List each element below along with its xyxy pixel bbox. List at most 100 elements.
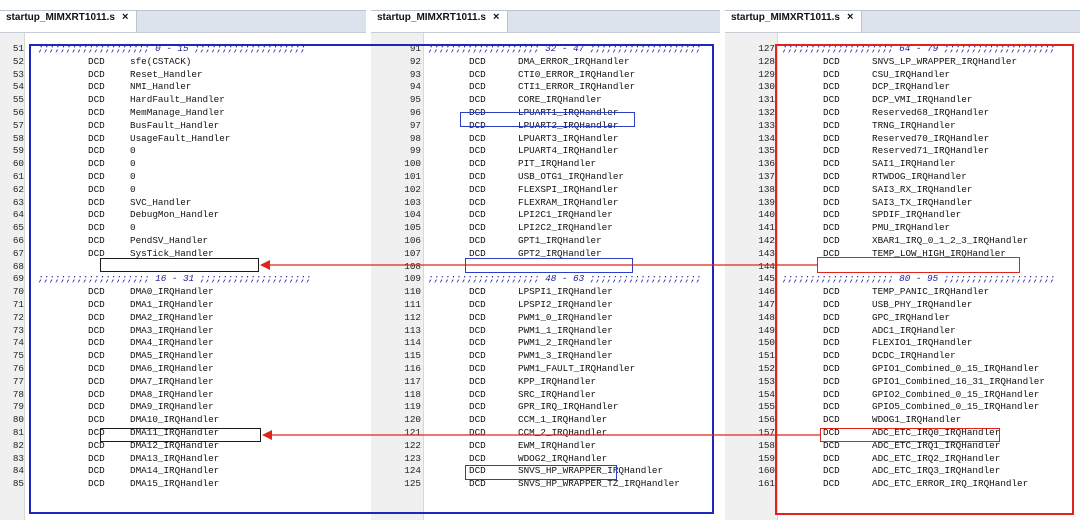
code-editor[interactable]: 91 ;;;;;;;;;;;;;;;;;;;; 32 - 47 ;;;;;;;;;… <box>371 32 720 520</box>
code-line[interactable]: 73 DCD DMA3_IRQHandler <box>0 325 362 338</box>
code-line[interactable]: 69 ;;;;;;;;;;;;;;;;;;;; 16 - 31 ;;;;;;;;;… <box>0 273 362 286</box>
code-line[interactable]: 75 DCD DMA5_IRQHandler <box>0 350 362 363</box>
code-line[interactable]: 137 DCD RTWDOG_IRQHandler <box>725 171 1075 184</box>
code-line[interactable]: 160 DCD ADC_ETC_IRQ3_IRQHandler <box>725 465 1075 478</box>
code-line[interactable]: 131 DCD DCP_VMI_IRQHandler <box>725 94 1075 107</box>
file-tab[interactable]: startup_MIMXRT1011.s × <box>371 11 509 33</box>
code-line[interactable]: 113 DCD PWM1_1_IRQHandler <box>371 325 716 338</box>
code-line[interactable]: 97 DCD LPUART2_IRQHandler <box>371 120 716 133</box>
code-line[interactable]: 146 DCD TEMP_PANIC_IRQHandler <box>725 286 1075 299</box>
code-line[interactable]: 159 DCD ADC_ETC_IRQ2_IRQHandler <box>725 453 1075 466</box>
code-line[interactable]: 58 DCD UsageFault_Handler <box>0 133 362 146</box>
code-line[interactable]: 141 DCD PMU_IRQHandler <box>725 222 1075 235</box>
code-line[interactable]: 55 DCD HardFault_Handler <box>0 94 362 107</box>
code-line[interactable]: 56 DCD MemManage_Handler <box>0 107 362 120</box>
code-line[interactable]: 77 DCD DMA7_IRQHandler <box>0 376 362 389</box>
code-line[interactable]: 57 DCD BusFault_Handler <box>0 120 362 133</box>
code-line[interactable]: 59 DCD 0 <box>0 145 362 158</box>
code-line[interactable]: 96 DCD LPUART1_IRQHandler <box>371 107 716 120</box>
code-line[interactable]: 122 DCD EWM_IRQHandler <box>371 440 716 453</box>
code-line[interactable]: 136 DCD SAI1_IRQHandler <box>725 158 1075 171</box>
code-line[interactable]: 140 DCD SPDIF_IRQHandler <box>725 209 1075 222</box>
close-icon[interactable]: × <box>122 11 128 23</box>
code-line[interactable]: 127 ;;;;;;;;;;;;;;;;;;;; 64 - 79 ;;;;;;;;… <box>725 43 1075 56</box>
code-line[interactable]: 152 DCD GPIO1_Combined_0_15_IRQHandler <box>725 363 1075 376</box>
code-line[interactable]: 91 ;;;;;;;;;;;;;;;;;;;; 32 - 47 ;;;;;;;;;… <box>371 43 716 56</box>
code-editor[interactable]: 127 ;;;;;;;;;;;;;;;;;;;; 64 - 79 ;;;;;;;;… <box>725 32 1080 520</box>
code-line[interactable]: 72 DCD DMA2_IRQHandler <box>0 312 362 325</box>
code-line[interactable]: 84 DCD DMA14_IRQHandler <box>0 465 362 478</box>
code-line[interactable]: 143 DCD TEMP_LOW_HIGH_IRQHandler <box>725 248 1075 261</box>
code-line[interactable]: 134 DCD Reserved70_IRQHandler <box>725 133 1075 146</box>
code-line[interactable]: 133 DCD TRNG_IRQHandler <box>725 120 1075 133</box>
code-line[interactable]: 105 DCD LPI2C2_IRQHandler <box>371 222 716 235</box>
code-line[interactable]: 99 DCD LPUART4_IRQHandler <box>371 145 716 158</box>
code-line[interactable]: 60 DCD 0 <box>0 158 362 171</box>
code-line[interactable]: 129 DCD CSU_IRQHandler <box>725 69 1075 82</box>
code-line[interactable]: 153 DCD GPIO1_Combined_16_31_IRQHandler <box>725 376 1075 389</box>
code-line[interactable]: 154 DCD GPIO2_Combined_0_15_IRQHandler <box>725 389 1075 402</box>
code-line[interactable]: 102 DCD FLEXSPI_IRQHandler <box>371 184 716 197</box>
code-line[interactable]: 106 DCD GPT1_IRQHandler <box>371 235 716 248</box>
code-line[interactable]: 142 DCD XBAR1_IRQ_0_1_2_3_IRQHandler <box>725 235 1075 248</box>
close-icon[interactable]: × <box>847 11 853 23</box>
code-line[interactable]: 78 DCD DMA8_IRQHandler <box>0 389 362 402</box>
code-line[interactable]: 139 DCD SAI3_TX_IRQHandler <box>725 197 1075 210</box>
code-line[interactable]: 161 DCD ADC_ETC_ERROR_IRQ_IRQHandler <box>725 478 1075 491</box>
code-line[interactable]: 109 ;;;;;;;;;;;;;;;;;;;; 48 - 63 ;;;;;;;;… <box>371 273 716 286</box>
code-line[interactable]: 151 DCD DCDC_IRQHandler <box>725 350 1075 363</box>
code-line[interactable]: 111 DCD LPSPI2_IRQHandler <box>371 299 716 312</box>
code-line[interactable]: 156 DCD WDOG1_IRQHandler <box>725 414 1075 427</box>
code-line[interactable]: 63 DCD SVC_Handler <box>0 197 362 210</box>
code-line[interactable]: 104 DCD LPI2C1_IRQHandler <box>371 209 716 222</box>
code-line[interactable]: 95 DCD CORE_IRQHandler <box>371 94 716 107</box>
code-line[interactable]: 53 DCD Reset_Handler <box>0 69 362 82</box>
code-line[interactable]: 81 DCD DMA11_IRQHandler <box>0 427 362 440</box>
close-icon[interactable]: × <box>493 11 499 23</box>
code-line[interactable]: 125 DCD SNVS_HP_WRAPPER_TZ_IRQHandler <box>371 478 716 491</box>
code-line[interactable]: 116 DCD PWM1_FAULT_IRQHandler <box>371 363 716 376</box>
code-line[interactable]: 100 DCD PIT_IRQHandler <box>371 158 716 171</box>
code-line[interactable]: 82 DCD DMA12_IRQHandler <box>0 440 362 453</box>
code-line[interactable]: 119 DCD GPR_IRQ_IRQHandler <box>371 401 716 414</box>
code-line[interactable]: 107 DCD GPT2_IRQHandler <box>371 248 716 261</box>
code-line[interactable]: 121 DCD CCM_2_IRQHandler <box>371 427 716 440</box>
code-line[interactable]: 158 DCD ADC_ETC_IRQ1_IRQHandler <box>725 440 1075 453</box>
code-line[interactable]: 124 DCD SNVS_HP_WRAPPER_IRQHandler <box>371 465 716 478</box>
code-line[interactable]: 62 DCD 0 <box>0 184 362 197</box>
code-line[interactable]: 112 DCD PWM1_0_IRQHandler <box>371 312 716 325</box>
code-line[interactable]: 110 DCD LPSPI1_IRQHandler <box>371 286 716 299</box>
code-line[interactable]: 115 DCD PWM1_3_IRQHandler <box>371 350 716 363</box>
code-line[interactable]: 101 DCD USB_OTG1_IRQHandler <box>371 171 716 184</box>
code-line[interactable]: 150 DCD FLEXIO1_IRQHandler <box>725 337 1075 350</box>
code-line[interactable]: 114 DCD PWM1_2_IRQHandler <box>371 337 716 350</box>
code-line[interactable]: 64 DCD DebugMon_Handler <box>0 209 362 222</box>
code-line[interactable]: 118 DCD SRC_IRQHandler <box>371 389 716 402</box>
file-tab[interactable]: startup_MIMXRT1011.s × <box>0 11 138 33</box>
code-line[interactable]: 108 <box>371 261 716 274</box>
code-line[interactable]: 144 <box>725 261 1075 274</box>
file-tab[interactable]: startup_MIMXRT1011.s × <box>725 11 863 33</box>
code-line[interactable]: 52 DCD sfe(CSTACK) <box>0 56 362 69</box>
code-line[interactable]: 80 DCD DMA10_IRQHandler <box>0 414 362 427</box>
code-line[interactable]: 135 DCD Reserved71_IRQHandler <box>725 145 1075 158</box>
code-line[interactable]: 83 DCD DMA13_IRQHandler <box>0 453 362 466</box>
code-line[interactable]: 138 DCD SAI3_RX_IRQHandler <box>725 184 1075 197</box>
code-line[interactable]: 74 DCD DMA4_IRQHandler <box>0 337 362 350</box>
code-line[interactable]: 117 DCD KPP_IRQHandler <box>371 376 716 389</box>
code-line[interactable]: 70 DCD DMA0_IRQHandler <box>0 286 362 299</box>
code-line[interactable]: 51 ;;;;;;;;;;;;;;;;;;;; 0 - 15 ;;;;;;;;;;… <box>0 43 362 56</box>
code-line[interactable]: 67 DCD SysTick_Handler <box>0 248 362 261</box>
code-line[interactable]: 92 DCD DMA_ERROR_IRQHandler <box>371 56 716 69</box>
code-line[interactable]: 61 DCD 0 <box>0 171 362 184</box>
code-line[interactable]: 130 DCD DCP_IRQHandler <box>725 81 1075 94</box>
code-line[interactable]: 71 DCD DMA1_IRQHandler <box>0 299 362 312</box>
code-line[interactable]: 128 DCD SNVS_LP_WRAPPER_IRQHandler <box>725 56 1075 69</box>
code-line[interactable]: 147 DCD USB_PHY_IRQHandler <box>725 299 1075 312</box>
code-line[interactable]: 54 DCD NMI_Handler <box>0 81 362 94</box>
code-line[interactable]: 85 DCD DMA15_IRQHandler <box>0 478 362 491</box>
code-line[interactable]: 93 DCD CTI0_ERROR_IRQHandler <box>371 69 716 82</box>
code-line[interactable]: 157 DCD ADC_ETC_IRQ0_IRQHandler <box>725 427 1075 440</box>
code-line[interactable]: 79 DCD DMA9_IRQHandler <box>0 401 362 414</box>
code-line[interactable]: 103 DCD FLEXRAM_IRQHandler <box>371 197 716 210</box>
